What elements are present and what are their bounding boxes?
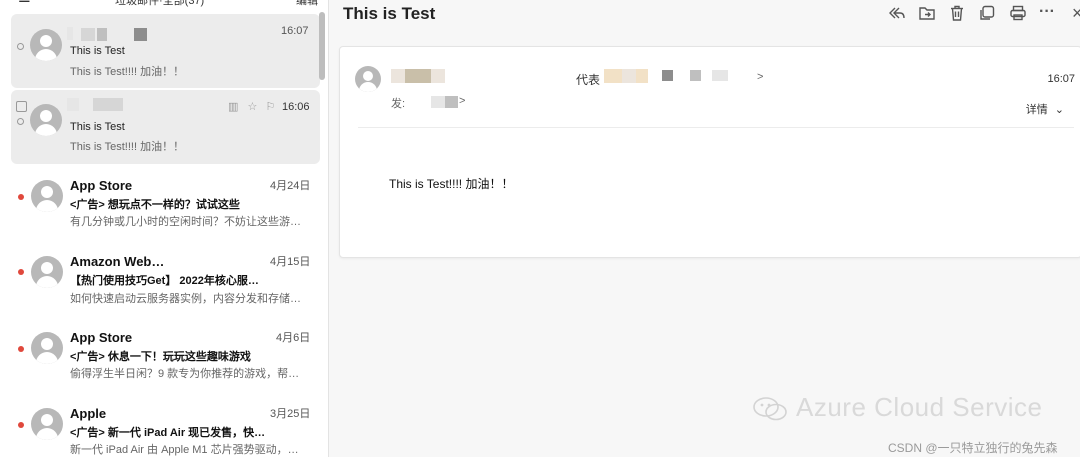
watermark-text: Azure Cloud Service — [796, 392, 1043, 422]
archive-icon[interactable]: ▥ — [228, 101, 238, 113]
message-sender: Apple — [70, 406, 107, 421]
list-item[interactable]: Amazon Web… 4月15日 【热门使用技巧Get】 2022年核心服… … — [0, 248, 320, 322]
sender-redacted — [622, 69, 636, 83]
folder-title: 垃圾邮件·全部(37) — [115, 0, 205, 7]
message-sender: App Store — [70, 330, 133, 345]
read-status-icon — [17, 118, 24, 125]
chevron-down-icon: ⌄ — [1054, 104, 1064, 116]
sender-redacted — [81, 28, 95, 41]
sender-redacted — [636, 69, 648, 83]
recipient-label: 发: — [391, 98, 406, 110]
menu-icon[interactable]: ☰ — [18, 0, 31, 4]
message-preview: This is Test!!!! 加油！！ — [70, 141, 185, 153]
avatar — [31, 408, 63, 440]
on-behalf-label: 代表 — [576, 73, 601, 87]
avatar — [31, 256, 63, 288]
edit-button[interactable]: 编辑 — [296, 0, 318, 8]
more-icon[interactable]: ··· — [1039, 4, 1057, 22]
message-preview: 如何快速启动云服务器实例，内容分发和存储… — [70, 293, 301, 305]
print-icon[interactable] — [1009, 4, 1027, 22]
recipient-redacted — [445, 96, 458, 108]
message-preview: This is Test!!!! 加油！！ — [70, 66, 185, 78]
list-item[interactable]: ▥ ☆ ⚐ 16:06 This is Test This is Test!!!… — [11, 90, 320, 164]
trash-icon[interactable] — [948, 4, 966, 22]
wechat-logo-icon — [753, 397, 787, 421]
address-end: > — [757, 71, 764, 83]
unread-dot — [18, 269, 24, 275]
sender-redacted — [712, 70, 728, 81]
message-preview: 新一代 iPad Air 由 Apple M1 芯片强势驱动，… — [70, 444, 299, 456]
row-actions: ▥ ☆ ⚐ — [228, 100, 275, 113]
message-subject: This is Test — [70, 121, 125, 133]
sender-redacted — [604, 69, 622, 83]
avatar — [31, 332, 63, 364]
reply-all-icon[interactable] — [888, 4, 906, 22]
list-header: ☰ 垃圾邮件·全部(37) 编辑 — [0, 0, 328, 8]
sender-redacted — [662, 70, 673, 81]
list-item[interactable]: App Store 4月6日 <广告> 休息一下！玩玩这些趣味游戏 偷得浮生半日… — [0, 324, 320, 398]
sender-redacted — [391, 69, 405, 83]
message-time: 16:06 — [282, 101, 310, 113]
message-time: 16:07 — [281, 25, 309, 37]
header-divider — [358, 127, 1074, 128]
sender-redacted — [405, 69, 431, 83]
list-item[interactable]: App Store 4月24日 <广告> 想玩点不一样的？试试这些 有几分钟或几… — [0, 172, 320, 246]
sender-redacted — [93, 98, 123, 111]
list-scrollbar[interactable] — [319, 12, 325, 80]
star-icon[interactable]: ☆ — [247, 101, 257, 113]
sender-redacted — [67, 98, 79, 111]
sender-redacted — [431, 69, 445, 83]
list-item[interactable]: Apple 3月25日 <广告> 新一代 iPad Air 现已发售，快… 新一… — [0, 400, 320, 457]
avatar — [30, 104, 62, 136]
unread-dot — [18, 194, 24, 200]
unread-dot — [18, 422, 24, 428]
unread-dot — [18, 346, 24, 352]
message-subject: This is Test — [70, 45, 125, 57]
message-time: 16:07 — [1047, 73, 1075, 85]
credit-text: CSDN @一只特立独行的兔先森 — [888, 441, 1058, 455]
message-card: 代表 > 16:07 发: > 详情 ⌄ This is Test!!!! 加油… — [339, 46, 1080, 258]
message-subject: <广告> 休息一下！玩玩这些趣味游戏 — [70, 351, 251, 363]
sender-redacted — [97, 28, 107, 41]
message-time: 4月15日 — [270, 256, 311, 268]
avatar — [31, 180, 63, 212]
message-sender: App Store — [70, 178, 133, 193]
flag-icon[interactable]: ⚐ — [265, 101, 275, 113]
select-checkbox[interactable] — [16, 101, 27, 112]
recipient-redacted — [431, 96, 445, 108]
details-label: 详情 — [1025, 104, 1048, 116]
read-status-icon — [17, 43, 24, 50]
message-title: This is Test — [343, 4, 436, 23]
sender-avatar — [355, 66, 381, 92]
message-sender: Amazon Web… — [70, 254, 165, 269]
message-preview: 偷得浮生半日闲？9 款专为你推荐的游戏，帮… — [70, 368, 300, 380]
sender-redacted — [690, 70, 701, 81]
message-body: This is Test!!!! 加油！！ — [389, 177, 514, 191]
message-time: 4月6日 — [276, 332, 311, 344]
message-subject: <广告> 想玩点不一样的？试试这些 — [70, 199, 240, 211]
message-time: 4月24日 — [270, 180, 311, 192]
details-toggle[interactable]: 详情 ⌄ — [1026, 101, 1064, 117]
copy-window-icon[interactable] — [978, 4, 996, 22]
message-subject: <广告> 新一代 iPad Air 现已发售，快… — [70, 427, 266, 439]
close-icon[interactable]: × — [1072, 4, 1080, 22]
recipient-end: > — [459, 95, 466, 107]
message-time: 3月25日 — [270, 408, 311, 420]
move-to-folder-icon[interactable] — [918, 4, 936, 22]
message-preview: 有几分钟或几小时的空闲时间？不妨让这些游… — [70, 216, 301, 228]
avatar — [30, 29, 62, 61]
list-item[interactable]: 16:07 This is Test This is Test!!!! 加油！！ — [11, 14, 320, 88]
message-subject: 【热门使用技巧Get】 2022年核心服… — [70, 275, 259, 287]
sender-redacted — [67, 27, 73, 40]
message-list-pane: ☰ 垃圾邮件·全部(37) 编辑 16:07 This is Test This… — [0, 0, 329, 457]
sender-redacted — [134, 28, 147, 41]
